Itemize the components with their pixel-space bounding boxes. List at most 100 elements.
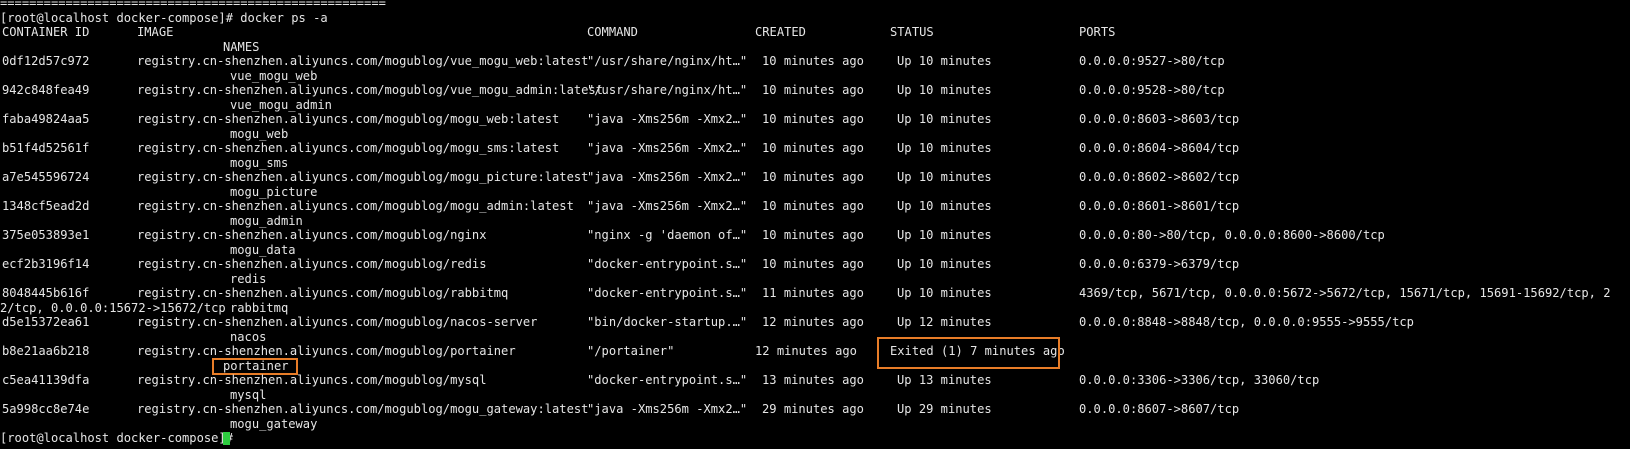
ports-text: 0.0.0.0:6379->6379/tcp (1079, 257, 1240, 271)
container-name: mogu_gateway (230, 416, 318, 431)
status-text: Up 10 minutes (897, 112, 992, 126)
image-name: registry.cn-shenzhen.aliyuncs.com/mogubl… (137, 54, 589, 68)
command-text: "docker-entrypoint.s…" (587, 373, 748, 387)
command-text: "docker-entrypoint.s…" (587, 257, 748, 271)
image-name: registry.cn-shenzhen.aliyuncs.com/mogubl… (137, 402, 589, 416)
command-text: "java -Xms256m -Xmx2…" (587, 141, 748, 155)
command-text: "/usr/share/nginx/ht…" (587, 83, 748, 97)
ports-text: 0.0.0.0:3306->3306/tcp, 33060/tcp (1079, 373, 1320, 387)
container-id: 0df12d57c972 (2, 54, 90, 68)
image-name: registry.cn-shenzhen.aliyuncs.com/mogubl… (137, 199, 574, 213)
image-name: registry.cn-shenzhen.aliyuncs.com/mogubl… (137, 228, 487, 242)
container-name: redis (230, 271, 267, 286)
header-container-id: CONTAINER ID (2, 25, 90, 39)
container-name: nacos (230, 329, 267, 344)
created-time: 10 minutes ago (762, 170, 864, 184)
ports-text: 0.0.0.0:8607->8607/tcp (1079, 402, 1240, 416)
created-time: 10 minutes ago (762, 257, 864, 271)
status-text: Up 10 minutes (897, 257, 992, 271)
header-image: IMAGE (137, 25, 174, 39)
status-text: Up 10 minutes (897, 141, 992, 155)
status-text: Up 10 minutes (897, 170, 992, 184)
cursor-block (223, 432, 230, 445)
container-id: 375e053893e1 (2, 228, 90, 242)
container-id: ecf2b3196f14 (2, 257, 90, 271)
image-name: registry.cn-shenzhen.aliyuncs.com/mogubl… (137, 315, 538, 329)
name-highlight-box (212, 357, 298, 375)
container-name: mogu_web (230, 126, 289, 141)
command-prompt: [root@localhost docker-compose]# docker … (0, 10, 328, 25)
container-id: b51f4d52561f (2, 141, 90, 155)
command-text: "java -Xms256m -Xmx2…" (587, 112, 748, 126)
status-text: Up 29 minutes (897, 402, 992, 416)
status-text: Up 13 minutes (897, 373, 992, 387)
status-text: Up 10 minutes (897, 286, 992, 300)
image-name: registry.cn-shenzhen.aliyuncs.com/mogubl… (137, 286, 509, 300)
container-name: rabbitmq (230, 300, 289, 315)
separator: ========================================… (0, 0, 386, 10)
created-time: 10 minutes ago (762, 83, 864, 97)
created-time: 10 minutes ago (762, 54, 864, 68)
container-id: b8e21aa6b218 (2, 344, 90, 358)
shell-prompt: [root@localhost docker-compose]# (0, 431, 241, 445)
ports-text: 0.0.0.0:9527->80/tcp (1079, 54, 1225, 68)
ports-text: 0.0.0.0:80->80/tcp, 0.0.0.0:8600->8600/t… (1079, 228, 1385, 242)
created-time: 11 minutes ago (762, 286, 864, 300)
command-text: "docker-entrypoint.s…" (587, 286, 748, 300)
created-time: 10 minutes ago (762, 228, 864, 242)
container-id: 5a998cc8e74e (2, 402, 90, 416)
container-name: mogu_sms (230, 155, 289, 170)
container-id: faba49824aa5 (2, 112, 90, 126)
created-time: 12 minutes ago (762, 315, 864, 329)
container-name: mysql (230, 387, 267, 402)
container-id: 942c848fea49 (2, 83, 90, 97)
status-text: Up 10 minutes (897, 54, 992, 68)
image-name: registry.cn-shenzhen.aliyuncs.com/mogubl… (137, 344, 516, 358)
container-id: c5ea41139dfa (2, 373, 90, 387)
header-status: STATUS (890, 25, 934, 39)
ports-text: 4369/tcp, 5671/tcp, 0.0.0.0:5672->5672/t… (1079, 286, 1611, 300)
image-name: registry.cn-shenzhen.aliyuncs.com/mogubl… (137, 257, 487, 271)
image-name: registry.cn-shenzhen.aliyuncs.com/mogubl… (137, 373, 487, 387)
created-time: 10 minutes ago (762, 199, 864, 213)
header-created: CREATED (755, 25, 806, 39)
container-name: mogu_admin (230, 213, 303, 228)
command-text: "java -Xms256m -Xmx2…" (587, 402, 748, 416)
status-text: Up 10 minutes (897, 199, 992, 213)
status-text: Up 10 minutes (897, 83, 992, 97)
ports-text: 0.0.0.0:9528->80/tcp (1079, 83, 1225, 97)
created-time: 10 minutes ago (762, 112, 864, 126)
header-command: COMMAND (587, 25, 638, 39)
created-time: 10 minutes ago (762, 141, 864, 155)
command-text: "java -Xms256m -Xmx2…" (587, 170, 748, 184)
container-id: 1348cf5ead2d (2, 199, 90, 213)
status-highlight-box (877, 337, 1060, 369)
image-name: registry.cn-shenzhen.aliyuncs.com/mogubl… (137, 170, 589, 184)
header-ports: PORTS (1079, 25, 1116, 39)
container-name: vue_mogu_web (230, 68, 318, 83)
container-id: a7e545596724 (2, 170, 90, 184)
ports-wrap-text: 2/tcp, 0.0.0.0:15672->15672/tcp (0, 300, 226, 315)
image-name: registry.cn-shenzhen.aliyuncs.com/mogubl… (137, 141, 560, 155)
ports-text: 0.0.0.0:8601->8601/tcp (1079, 199, 1240, 213)
container-name: vue_mogu_admin (230, 97, 332, 112)
created-time: 13 minutes ago (762, 373, 864, 387)
command-text: "java -Xms256m -Xmx2…" (587, 199, 748, 213)
ports-text: 0.0.0.0:8603->8603/tcp (1079, 112, 1240, 126)
command-text: "nginx -g 'daemon of…" (587, 228, 748, 242)
image-name: registry.cn-shenzhen.aliyuncs.com/mogubl… (137, 112, 560, 126)
created-time: 29 minutes ago (762, 402, 864, 416)
container-name: mogu_data (230, 242, 296, 257)
header-names: NAMES (223, 39, 260, 54)
ports-text: 0.0.0.0:8848->8848/tcp, 0.0.0.0:9555->95… (1079, 315, 1414, 329)
terminal-window[interactable]: ========================================… (0, 0, 1630, 449)
container-id: d5e15372ea61 (2, 315, 90, 329)
command-text: "/usr/share/nginx/ht…" (587, 54, 748, 68)
image-name: registry.cn-shenzhen.aliyuncs.com/mogubl… (137, 83, 603, 97)
status-text: Up 12 minutes (897, 315, 992, 329)
ports-text: 0.0.0.0:8604->8604/tcp (1079, 141, 1240, 155)
container-id: 8048445b616f (2, 286, 90, 300)
status-text: Up 10 minutes (897, 228, 992, 242)
container-name: mogu_picture (230, 184, 318, 199)
command-text: "bin/docker-startup.…" (587, 315, 748, 329)
